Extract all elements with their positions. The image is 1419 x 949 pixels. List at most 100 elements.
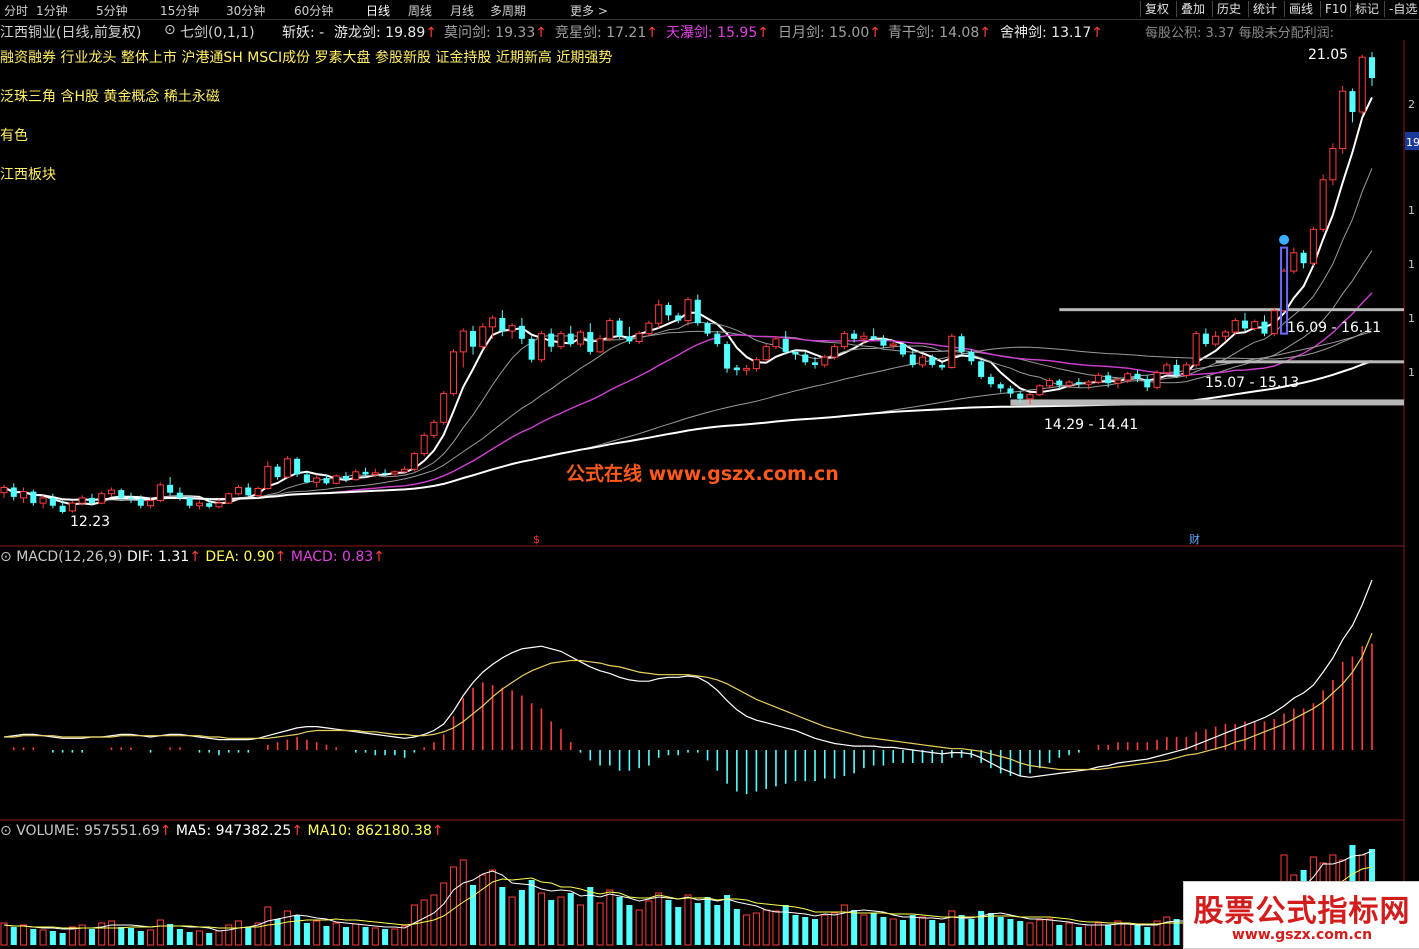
candle-body — [59, 505, 66, 512]
candle-body — [626, 336, 633, 342]
volume-bar — [626, 905, 633, 945]
candle-body — [371, 472, 379, 475]
candle-body — [1241, 320, 1249, 329]
volume-bar — [167, 924, 174, 945]
candle-body — [528, 338, 535, 360]
candle-body — [548, 333, 555, 347]
volume-bar — [479, 874, 487, 946]
candle-body — [479, 326, 487, 348]
volume-bar — [1124, 922, 1132, 946]
wifi-signal-icon — [1279, 234, 1290, 245]
volume-bar — [576, 904, 585, 946]
volume-bar — [860, 914, 868, 946]
volume-bar — [508, 896, 516, 946]
candle-body — [596, 338, 604, 353]
support-zone-bar — [1010, 399, 1404, 406]
candle-body — [675, 315, 682, 321]
volume-bar — [245, 927, 252, 945]
candle-body — [909, 354, 916, 365]
volume-bar — [987, 913, 994, 945]
volume-bar — [537, 892, 545, 946]
volume-value[interactable]: VOLUME: 957551.69 — [16, 823, 160, 839]
candle-body — [918, 356, 927, 366]
axis-tick-3: 1 — [1408, 204, 1415, 217]
candle-body — [147, 500, 155, 507]
candle-body — [137, 498, 144, 506]
candle-body — [1358, 56, 1366, 113]
volume-collapse-icon[interactable]: ⊙ — [0, 823, 16, 839]
site-watermark-logo: 股票公式指标网 www.gszx.com.cn — [1183, 881, 1419, 949]
price-panel-separators — [0, 40, 1405, 947]
candle-body — [889, 343, 897, 347]
candle-body — [1163, 364, 1171, 374]
volume-bar — [49, 931, 56, 945]
candle-body — [752, 359, 760, 370]
volume-bar — [147, 929, 155, 946]
volume-bar — [156, 919, 164, 946]
volume-bar — [831, 912, 839, 946]
axis-tick-4: 1 — [1408, 258, 1415, 271]
volume-bar — [1046, 918, 1054, 946]
volume-bar — [802, 917, 809, 945]
candle-body — [1319, 179, 1327, 230]
candle-body — [283, 458, 291, 478]
candle-body — [978, 361, 985, 377]
volume-bar — [1105, 925, 1112, 945]
zone-label-1: 16.09 - 16.11 — [1287, 320, 1381, 336]
candle-body — [635, 333, 643, 342]
candle-body — [30, 491, 37, 504]
candle-body — [186, 497, 193, 506]
candle-body — [1221, 331, 1229, 337]
low-price-label: 12.23 — [70, 514, 110, 530]
macd-name[interactable]: MACD(12,26,9) — [16, 549, 122, 565]
marker-dividend: $ — [533, 533, 540, 546]
volume-bar — [635, 909, 643, 946]
up-arrow-icon: ↑ — [373, 549, 385, 565]
candle-body — [98, 493, 106, 504]
volume-bar — [752, 912, 760, 946]
candle-body — [127, 497, 135, 499]
stock-chart: 21.05 12.23 16.09 - 16.11 15.07 - 15.13 … — [0, 40, 1419, 947]
candle-body — [10, 487, 17, 497]
volume-bar — [10, 927, 17, 945]
volume-bar — [274, 919, 281, 945]
candle-body — [401, 468, 409, 473]
candle-body — [958, 336, 965, 352]
volume-panel — [0, 845, 1376, 946]
candle-body — [704, 323, 711, 334]
candle-body — [1007, 388, 1014, 394]
up-arrow-icon: ↑ — [189, 549, 201, 565]
volume-bar — [899, 920, 907, 945]
volume-bar — [371, 927, 379, 946]
volume-bar — [449, 866, 458, 946]
candle-body — [714, 333, 721, 345]
candle-body — [332, 475, 340, 484]
support-zone-bar — [1059, 308, 1404, 312]
candle-body — [88, 497, 95, 504]
axis-tick-2: 19 — [1406, 136, 1419, 149]
candle-body — [195, 502, 203, 507]
candle-body — [459, 330, 467, 353]
volume-bar — [997, 917, 1004, 945]
candle-body — [1173, 364, 1180, 376]
support-zone-bar — [1215, 360, 1404, 364]
candle-body — [156, 484, 164, 502]
volume-bar — [1007, 919, 1014, 945]
candle-body — [225, 493, 233, 504]
macd-collapse-icon[interactable]: ⊙ — [0, 549, 16, 565]
volume-bar — [684, 894, 692, 946]
volume-bar — [0, 922, 8, 946]
volume-bar — [596, 902, 604, 946]
volume-bar — [811, 919, 819, 945]
candle-body — [206, 503, 213, 507]
candle-body — [724, 344, 731, 369]
candle-body — [107, 489, 116, 495]
volume-bar — [557, 896, 565, 946]
candle-body — [313, 477, 321, 483]
candle-body — [899, 344, 907, 355]
candle-body — [782, 338, 789, 352]
volume-bar — [68, 926, 76, 946]
candle-body — [274, 466, 281, 478]
volume-bar — [20, 924, 28, 946]
axis-tick-6: 1 — [1408, 366, 1415, 379]
